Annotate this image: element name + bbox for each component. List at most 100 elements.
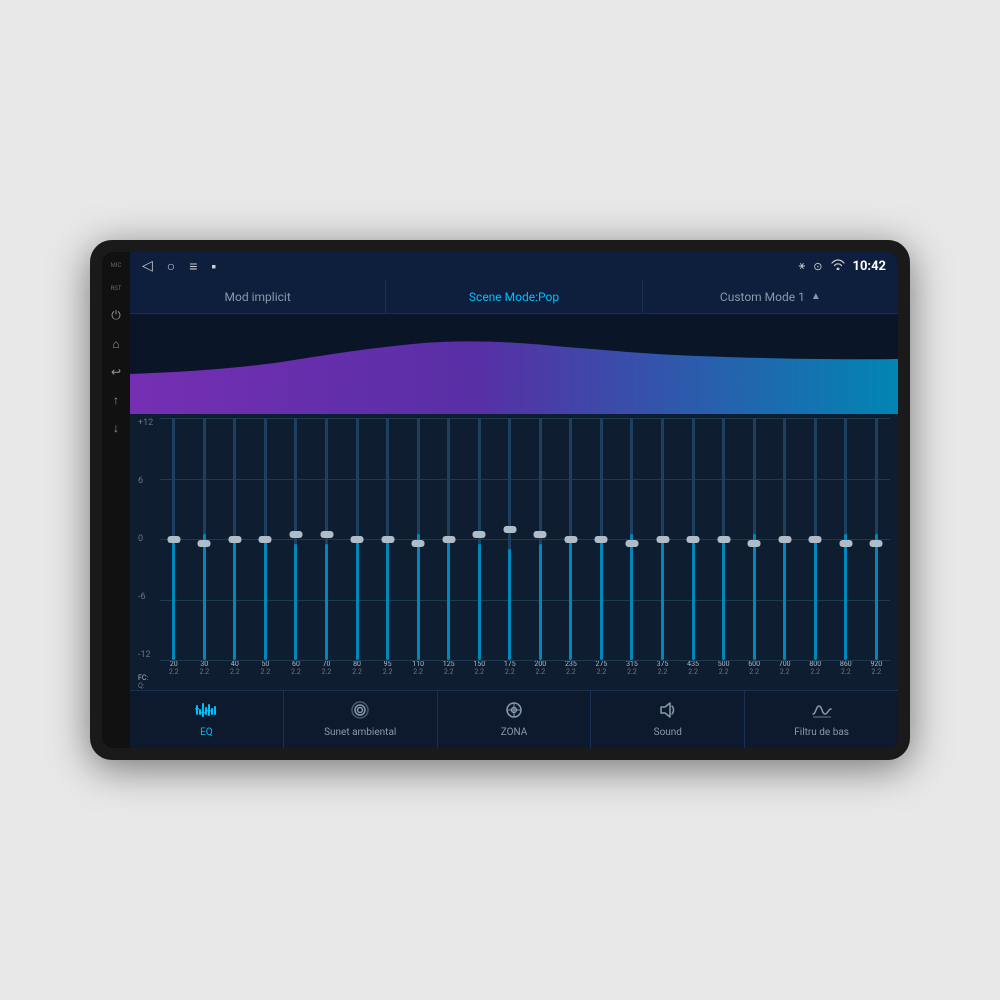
freq-label-435: 4352.2 xyxy=(679,660,707,677)
fc-value-175: 175 xyxy=(504,660,516,668)
slider-thumb-700[interactable] xyxy=(778,536,791,543)
slider-thumb-40[interactable] xyxy=(228,536,241,543)
slider-thumb-20[interactable] xyxy=(167,536,180,543)
slider-fill-800 xyxy=(814,539,817,660)
status-nav-icons: ◁ ○ ≡ ▪ xyxy=(142,258,216,275)
slider-thumb-60[interactable] xyxy=(289,531,302,538)
mode-tab-scene[interactable]: Scene Mode:Pop xyxy=(386,280,642,313)
slider-thumb-800[interactable] xyxy=(809,536,822,543)
slider-thumb-175[interactable] xyxy=(503,526,516,533)
freq-label-20: 202.2 xyxy=(160,660,188,677)
q-value-315: 2.2 xyxy=(627,668,637,676)
slider-thumb-80[interactable] xyxy=(351,536,364,543)
slider-track-235[interactable] xyxy=(569,418,572,660)
slider-track-375[interactable] xyxy=(661,418,664,660)
slider-track-95[interactable] xyxy=(386,418,389,660)
slider-thumb-600[interactable] xyxy=(748,540,761,547)
slider-thumb-50[interactable] xyxy=(259,536,272,543)
slider-track-435[interactable] xyxy=(692,418,695,660)
slider-fill-435 xyxy=(692,539,695,660)
slider-wrapper-40 xyxy=(221,418,249,660)
slider-thumb-435[interactable] xyxy=(687,536,700,543)
slider-thumb-70[interactable] xyxy=(320,531,333,538)
nav-item-zona[interactable]: ZONA xyxy=(438,691,592,748)
slider-thumb-860[interactable] xyxy=(839,540,852,547)
slider-thumb-150[interactable] xyxy=(473,531,486,538)
slider-thumb-30[interactable] xyxy=(198,540,211,547)
slider-track-175[interactable] xyxy=(508,418,511,660)
bass-icon xyxy=(811,701,833,724)
slider-fill-20 xyxy=(172,539,175,660)
status-time: 10:42 xyxy=(853,259,887,274)
slider-wrapper-110 xyxy=(404,418,432,660)
slider-fill-315 xyxy=(630,534,633,660)
nav-back-icon[interactable]: ◁ xyxy=(142,258,153,274)
slider-track-60[interactable] xyxy=(294,418,297,660)
slider-track-20[interactable] xyxy=(172,418,175,660)
slider-thumb-375[interactable] xyxy=(656,536,669,543)
freq-label-800: 8002.2 xyxy=(801,660,829,677)
vol-up-button[interactable]: ↑ xyxy=(113,393,119,407)
nav-square-icon[interactable]: ▪ xyxy=(211,258,216,275)
slider-fill-600 xyxy=(753,534,756,660)
slider-fill-200 xyxy=(539,544,542,660)
slider-track-70[interactable] xyxy=(325,418,328,660)
freq-label-80: 802.2 xyxy=(343,660,371,677)
slider-track-920[interactable] xyxy=(875,418,878,660)
nav-item-bass[interactable]: Filtru de bas xyxy=(745,691,898,748)
slider-track-50[interactable] xyxy=(264,418,267,660)
nav-item-eq[interactable]: EQ xyxy=(130,691,284,748)
nav-item-sound[interactable]: Sound xyxy=(591,691,745,748)
freq-label-40: 402.2 xyxy=(221,660,249,677)
slider-track-600[interactable] xyxy=(753,418,756,660)
slider-fill-235 xyxy=(569,539,572,660)
slider-track-500[interactable] xyxy=(722,418,725,660)
fc-value-200: 200 xyxy=(534,660,546,668)
fc-value-275: 275 xyxy=(596,660,608,668)
slider-thumb-235[interactable] xyxy=(564,536,577,543)
back-side-button[interactable]: ↩ xyxy=(111,365,121,379)
slider-fill-150 xyxy=(478,544,481,660)
slider-track-860[interactable] xyxy=(844,418,847,660)
slider-wrapper-150 xyxy=(465,418,493,660)
slider-thumb-125[interactable] xyxy=(442,536,455,543)
fc-value-435: 435 xyxy=(687,660,699,668)
slider-wrapper-20 xyxy=(160,418,188,660)
q-value-175: 2.2 xyxy=(505,668,515,676)
vol-down-button[interactable]: ↓ xyxy=(113,421,119,435)
slider-track-700[interactable] xyxy=(783,418,786,660)
slider-track-30[interactable] xyxy=(203,418,206,660)
slider-track-275[interactable] xyxy=(600,418,603,660)
fc-value-235: 235 xyxy=(565,660,577,668)
nav-home-icon[interactable]: ○ xyxy=(167,258,175,275)
mic-button[interactable]: MIC xyxy=(111,262,122,271)
slider-track-150[interactable] xyxy=(478,418,481,660)
q-value-60: 2.2 xyxy=(291,668,301,676)
freq-label-110: 1102.2 xyxy=(404,660,432,677)
slider-thumb-920[interactable] xyxy=(870,540,883,547)
slider-wrapper-70 xyxy=(313,418,341,660)
slider-thumb-275[interactable] xyxy=(595,536,608,543)
slider-wrapper-375 xyxy=(649,418,677,660)
slider-track-315[interactable] xyxy=(630,418,633,660)
slider-thumb-315[interactable] xyxy=(625,540,638,547)
slider-track-125[interactable] xyxy=(447,418,450,660)
slider-track-40[interactable] xyxy=(233,418,236,660)
slider-thumb-500[interactable] xyxy=(717,536,730,543)
slider-wrapper-275 xyxy=(588,418,616,660)
mode-tab-custom[interactable]: Custom Mode 1 ▲ xyxy=(643,280,898,313)
slider-track-110[interactable] xyxy=(417,418,420,660)
home-side-button[interactable]: ⌂ xyxy=(112,337,119,351)
slider-thumb-95[interactable] xyxy=(381,536,394,543)
slider-thumb-200[interactable] xyxy=(534,531,547,538)
power-button[interactable]: ⏻ xyxy=(111,308,121,323)
slider-track-80[interactable] xyxy=(356,418,359,660)
mode-tab-implicit[interactable]: Mod implicit xyxy=(130,280,386,313)
slider-track-200[interactable] xyxy=(539,418,542,660)
slider-track-800[interactable] xyxy=(814,418,817,660)
slider-thumb-110[interactable] xyxy=(412,540,425,547)
rst-button[interactable]: RST xyxy=(111,285,122,294)
freq-label-125: 1252.2 xyxy=(435,660,463,677)
nav-menu-icon[interactable]: ≡ xyxy=(189,258,197,275)
nav-item-ambient[interactable]: Sunet ambiental xyxy=(284,691,438,748)
